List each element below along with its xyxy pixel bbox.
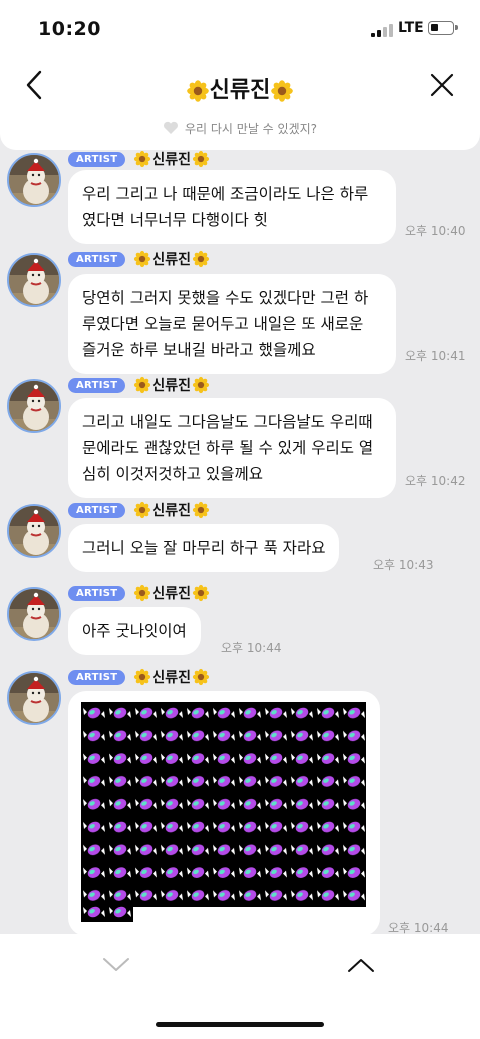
avatar[interactable] [7,504,61,558]
artist-badge: ARTIST [68,151,126,167]
flower-icon [134,668,151,686]
message-time: 오후 10:41 [405,349,466,363]
flower-icon [134,376,151,394]
sender-name-text: 신류진 [152,503,191,519]
heart-icon[interactable] [163,121,179,135]
artist-badge: ARTIST [68,377,126,393]
message-bubble[interactable]: 당연히 그러지 못했을 수도 있겠다만 그런 하루였다면 오늘로 묻어두고 내일… [68,274,396,374]
sender-name-text: 신류진 [152,670,191,686]
flower-icon [192,584,210,602]
message-meta: ARTIST 신류진 [68,376,210,394]
artist-badge: ARTIST [68,502,126,518]
chat-title-text: 신류진 [209,78,271,103]
status-bar: 10:20 LTE [0,0,480,58]
avatar[interactable] [7,671,61,725]
scroll-up-button[interactable] [345,954,377,976]
message-bubble[interactable]: 우리 그리고 나 때문에 조금이라도 나은 하루였다면 너무너무 다행이다 힛 [68,170,396,244]
chat-title: 신류진 [0,72,480,104]
chat-subtitle-text: 우리 다시 만날 수 있겠지? [184,122,318,136]
message-time: 오후 10:44 [221,641,282,655]
flower-icon [134,584,151,602]
sender-name: 신류진 [133,667,210,687]
sender-name-text: 신류진 [152,586,191,602]
flower-icon [192,376,210,394]
message-meta: ARTIST 신류진 [68,150,210,168]
flower-icon [134,150,151,168]
candy-emoji-grid[interactable] [81,702,366,922]
message-meta: ARTIST 신류진 [68,250,210,268]
artist-badge: ARTIST [68,585,126,601]
close-button[interactable] [427,70,457,100]
message-time: 오후 10:43 [373,558,434,572]
message-bubble[interactable]: 아주 굿나잇이여 [68,607,201,655]
flower-icon [192,150,210,168]
sender-name: 신류진 [133,149,210,169]
sender-name: 신류진 [133,583,210,603]
avatar[interactable] [7,153,61,207]
message-time: 오후 10:42 [405,474,466,488]
artist-badge: ARTIST [68,251,126,267]
cellular-signal-icon [371,24,393,37]
message-meta: ARTIST 신류진 [68,584,210,602]
network-type: LTE [398,20,424,36]
flower-icon [192,250,210,268]
sender-name: 신류진 [133,249,210,269]
flower-icon [271,80,294,102]
message-meta: ARTIST 신류진 [68,501,210,519]
message-meta: ARTIST 신류진 [68,668,210,686]
status-time: 10:20 [38,18,101,40]
avatar[interactable] [7,379,61,433]
flower-icon [192,668,210,686]
message-time: 오후 10:40 [405,224,466,238]
flower-icon [134,501,151,519]
sender-name-text: 신류진 [152,378,191,394]
message-bubble[interactable]: 그리고 내일도 그다음날도 그다음날도 우리때문에라도 괜찮았던 하루 될 수 … [68,398,396,498]
battery-icon [428,21,458,35]
flower-icon [192,501,210,519]
scroll-down-button[interactable] [100,954,132,976]
flower-icon [186,80,209,102]
bottom-bar [0,934,480,1039]
avatar[interactable] [7,587,61,641]
sender-name-text: 신류진 [152,152,191,168]
chat-header: 신류진 우리 다시 만날 수 있겠지? [0,58,480,150]
sender-name: 신류진 [133,500,210,520]
flower-icon [134,250,151,268]
sender-name-text: 신류진 [152,252,191,268]
artist-badge: ARTIST [68,669,126,685]
message-bubble[interactable]: 그러니 오늘 잘 마무리 하구 푹 자라요 [68,524,340,572]
home-indicator[interactable] [156,1022,324,1027]
avatar[interactable] [7,253,61,307]
sender-name: 신류진 [133,375,210,395]
chat-subtitle: 우리 다시 만날 수 있겠지? [0,120,480,137]
image-bubble[interactable] [68,691,380,936]
